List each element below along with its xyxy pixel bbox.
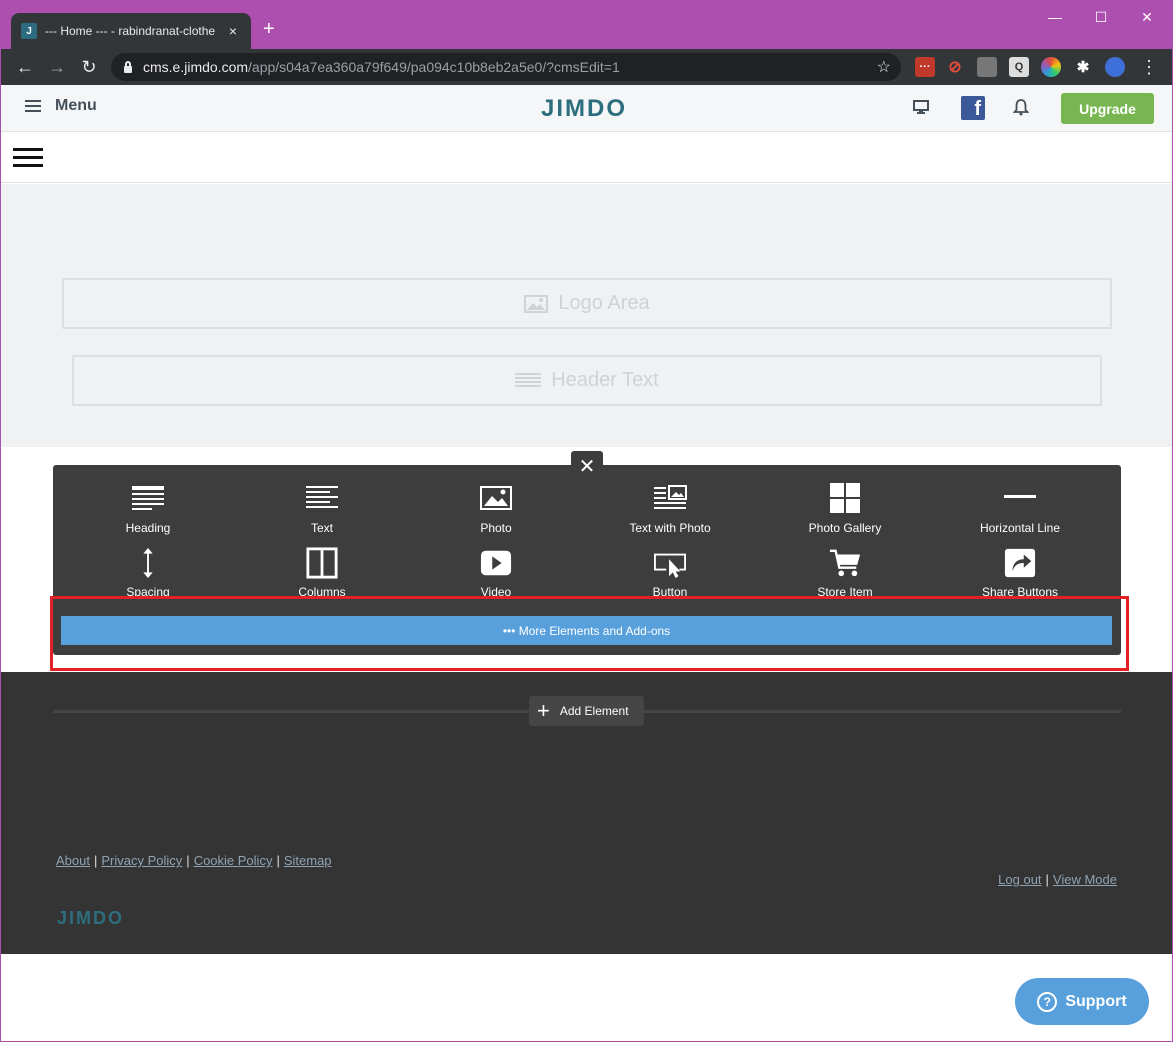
facebook-icon[interactable]: f [961,96,985,120]
palette-item-horizontal-line[interactable]: Horizontal Line [933,481,1107,541]
horizontal-line-icon [1004,495,1036,498]
logo-area[interactable]: Logo Area [62,278,1112,329]
extension-hand-icon[interactable] [977,57,997,77]
footer-jimdo-logo[interactable]: JIMDO [57,908,124,929]
text-placeholder-icon [515,372,542,387]
jimdo-favicon-icon: J [21,23,37,39]
highlight-annotation-box [50,596,1129,671]
palette-item-share-buttons[interactable]: Share Buttons [933,547,1107,599]
photo-gallery-icon [830,483,860,513]
browser-window: J --- Home --- - rabindranat-clothe × + … [0,0,1173,1042]
close-palette-icon[interactable]: ✕ [571,451,603,481]
forward-icon[interactable]: → [45,55,69,79]
extensions-puzzle-icon[interactable]: ✱ [1073,57,1093,77]
help-question-icon: ? [1037,991,1058,1012]
photo-icon [480,486,512,510]
url-path: /app/s04a7ea360a79f649/pa094c10b8eb2a5e0… [248,59,620,75]
palette-item-heading[interactable]: Heading [61,481,235,541]
header-text-area[interactable]: Header Text [72,355,1102,406]
browser-menu-icon[interactable]: ⋮ [1137,55,1161,79]
palette-label: Text with Photo [629,521,711,535]
site-navigation [1,133,1172,183]
lock-icon [123,61,133,73]
footer-link-about[interactable]: About [56,853,90,868]
image-placeholder-icon [524,294,549,313]
footer-link-privacy-policy[interactable]: Privacy Policy [101,853,182,868]
palette-item-columns[interactable]: Columns [235,547,409,599]
palette-label: Text [310,521,333,535]
text-icon [306,486,338,508]
browser-tab[interactable]: J --- Home --- - rabindranat-clothe × [11,13,251,49]
menu-button[interactable]: Menu [25,97,97,115]
columns-icon [306,547,338,579]
view-mode-link[interactable]: View Mode [1053,872,1117,887]
palette-item-photo[interactable]: Photo [409,481,583,541]
palette-item-text[interactable]: Text [235,481,409,541]
new-tab-icon[interactable]: + [263,19,275,39]
footer: + Add Element About | Privacy Policy | Cooki… [1,672,1172,954]
heading-icon [132,486,164,510]
footer-links: About | Privacy Policy | Cookie Policy | Sitem… [56,853,332,868]
notification-bell-icon[interactable] [1013,98,1029,116]
store-item-icon [829,549,861,577]
palette-item-text-with-photo[interactable]: Text with Photo [583,481,757,541]
logout-link[interactable]: Log out [998,872,1041,887]
palette-item-spacing[interactable]: Spacing [61,547,235,599]
palette-item-store-item[interactable]: Store Item [758,547,932,599]
share-buttons-icon [1004,548,1036,578]
palette-item-photo-gallery[interactable]: Photo Gallery [758,481,932,541]
palette-label: Horizontal Line [979,521,1061,535]
add-element-label: Add Element [559,704,629,718]
footer-link-cookie-policy[interactable]: Cookie Policy [194,853,273,868]
extension-block-icon[interactable]: ⊘ [945,57,965,77]
extension-color-icon[interactable] [1041,57,1061,77]
link-separator: | [93,853,98,868]
back-icon[interactable]: ← [13,55,37,79]
close-window-icon[interactable]: ✕ [1137,9,1157,26]
add-element-button[interactable]: + Add Element [529,696,644,726]
palette-item-video[interactable]: Video [409,547,583,599]
palette-label: Photo Gallery [808,521,882,535]
palette-label: Photo [480,521,512,535]
link-separator: | [1045,872,1049,887]
jimdo-editor-bar: Menu JIMDO f Upgrade [1,85,1172,132]
close-tab-icon[interactable]: × [225,23,241,39]
palette-label: Heading [125,521,171,535]
url-text: cms.e.jimdo.com/app/s04a7ea360a79f649/pa… [143,59,620,75]
header-text-label: Header Text [551,369,659,391]
title-bar: J --- Home --- - rabindranat-clothe × + … [1,1,1172,49]
support-button[interactable]: ? Support [1015,978,1149,1025]
minimize-icon[interactable]: — [1045,9,1065,25]
link-separator: | [186,853,190,868]
plus-icon: + [537,698,550,723]
site-hamburger-icon[interactable] [13,148,43,168]
palette-item-button[interactable]: Button [583,547,757,599]
link-separator: | [276,853,280,868]
browser-toolbar: ← → ↻ cms.e.jimdo.com/app/s04a7ea360a79f… [1,49,1172,85]
extension-q-icon[interactable]: Q [1009,57,1029,77]
profile-avatar-icon[interactable] [1105,57,1125,77]
menu-label: Menu [55,97,97,114]
support-label: Support [1065,992,1127,1010]
menu-hamburger-icon [25,100,41,112]
upgrade-button[interactable]: Upgrade [1061,93,1154,124]
bookmark-star-icon[interactable]: ☆ [877,57,891,77]
address-bar[interactable]: cms.e.jimdo.com/app/s04a7ea360a79f649/pa… [111,53,901,81]
preview-monitor-icon[interactable] [913,100,929,114]
tab-title: --- Home --- - rabindranat-clothe [45,24,216,38]
footer-account-links: Log out | View Mode [998,872,1117,887]
spacing-icon [143,547,153,579]
jimdo-logo: JIMDO [541,95,628,122]
text-with-photo-icon [654,485,687,509]
footer-link-sitemap[interactable]: Sitemap [284,853,332,868]
header-area: Logo Area Header Text [1,184,1172,447]
url-domain: cms.e.jimdo.com [143,59,249,75]
logo-area-label: Logo Area [558,292,650,314]
extension-red-icon[interactable]: ··· [915,57,935,77]
maximize-icon[interactable]: ☐ [1091,9,1111,26]
button-icon [654,553,686,579]
reload-icon[interactable]: ↻ [77,55,101,79]
video-icon [480,550,512,576]
